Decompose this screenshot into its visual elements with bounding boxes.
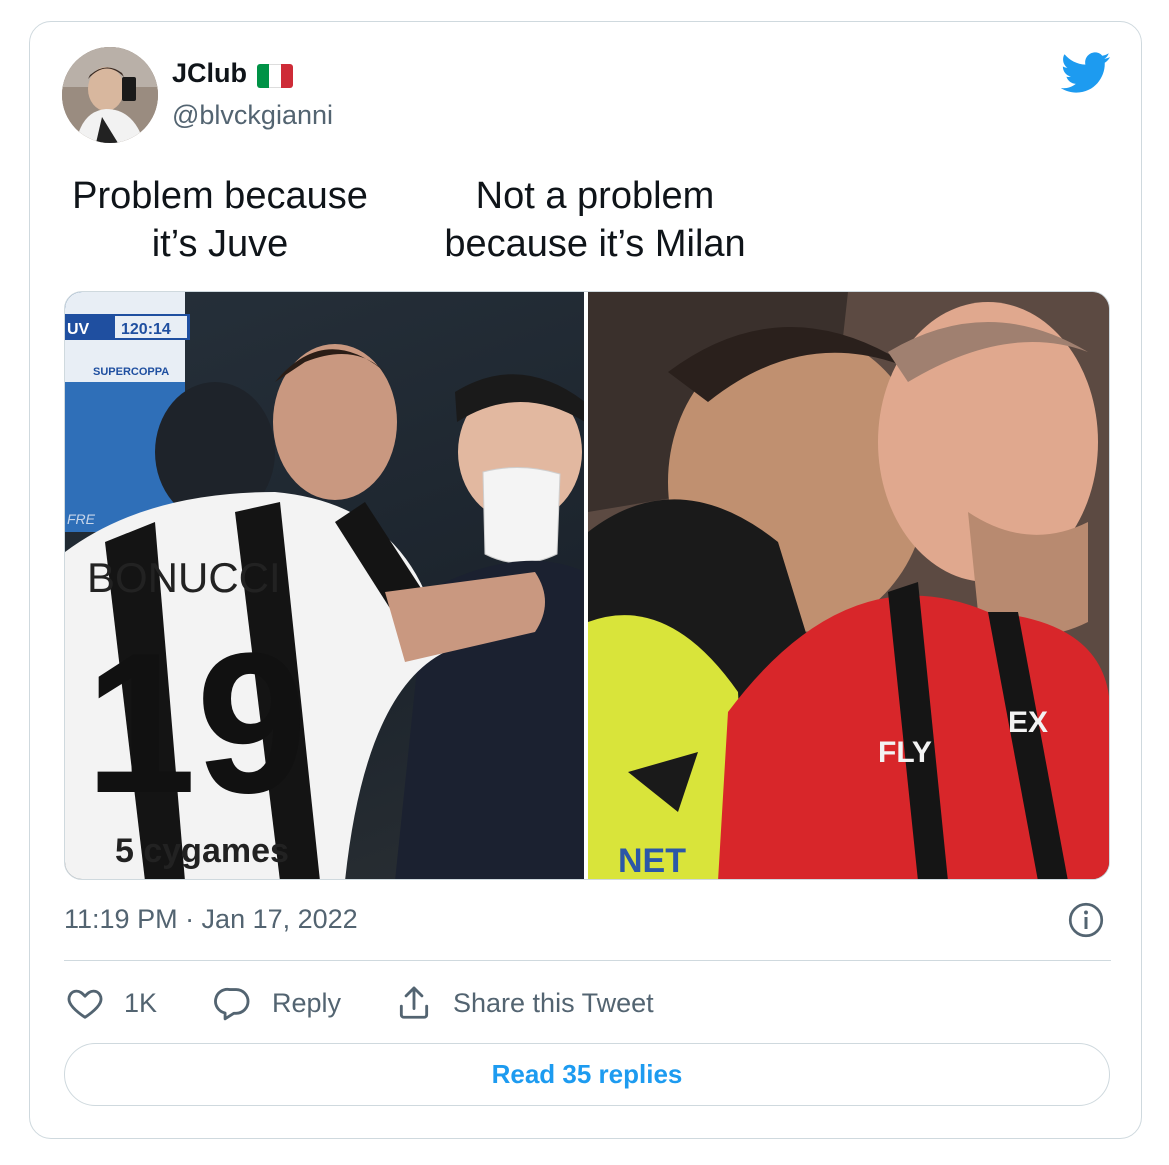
caption-left-line-2: it’s Juve [151,223,289,265]
italy-flag-icon [257,64,293,88]
sleeve-text: NET [618,842,686,879]
shirt-text-2: FLY [878,736,932,769]
jersey-sponsor: 5 cygames [115,832,289,870]
divider [64,960,1111,961]
reply-button[interactable]: Reply [214,982,341,1024]
heart-icon [67,989,103,1019]
banner-text: SUPERCOPPA [93,366,169,378]
jersey-number: 19 [85,612,307,835]
read-replies-label: Read 35 replies [491,1059,683,1089]
jersey-name: BONUCCI [87,554,281,601]
tweet-media[interactable]: UV 120:14 SUPERCOPPA FRE BONUCCI 19 5 cy… [64,291,1110,880]
display-name[interactable]: JClub [172,58,247,89]
caption-left-line-1: Problem because [72,175,368,217]
milan-player-illustration: NET EX FLY [588,292,1109,879]
share-label: Share this Tweet [453,987,654,1018]
media-left-photo[interactable]: UV 120:14 SUPERCOPPA FRE BONUCCI 19 5 cy… [65,292,584,879]
like-button[interactable]: 1K [66,982,157,1024]
shirt-text: EX [1008,706,1048,739]
read-replies-button[interactable]: Read 35 replies [64,1043,1110,1106]
share-button[interactable]: Share this Tweet [395,982,654,1024]
like-count: 1K [124,987,158,1018]
avatar[interactable] [62,47,158,143]
tweet-timestamp[interactable]: 11:19 PM · Jan 17, 2022 [64,904,358,935]
media-right-photo[interactable]: NET EX FLY [588,292,1109,879]
caption-left: Problem because it’s Juve [60,172,380,268]
juventus-player-illustration: UV 120:14 SUPERCOPPA FRE BONUCCI 19 5 cy… [65,292,584,879]
info-icon[interactable] [1068,902,1104,938]
reply-label: Reply [272,987,342,1018]
banner-text-side: FRE [67,511,96,527]
caption-right-line-1: Not a problem [475,175,715,217]
score-time: 120:14 [121,321,171,338]
score-team: UV [67,321,90,338]
caption-right: Not a problem because it’s Milan [420,172,770,268]
user-handle[interactable]: @blvckgianni [172,100,333,131]
avatar-photo [62,47,158,143]
caption-right-line-2: because it’s Milan [444,223,746,265]
share-icon [399,986,429,1019]
reply-icon [214,987,250,1021]
twitter-bird-icon[interactable] [1061,52,1111,94]
